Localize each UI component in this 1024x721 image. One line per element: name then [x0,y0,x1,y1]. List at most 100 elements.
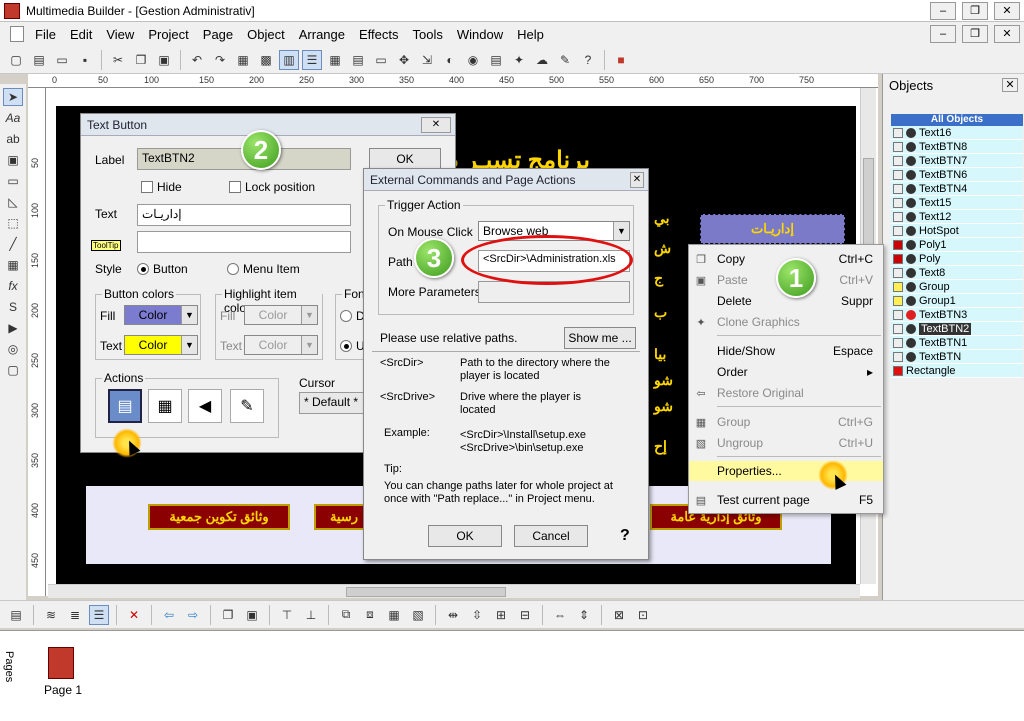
text-color-select[interactable]: Color ▼ [124,335,198,355]
object-row[interactable]: Group [891,280,1023,294]
close-button[interactable]: ✕ [994,2,1020,20]
delete-x-icon[interactable]: ✕ [124,605,144,625]
object-row[interactable]: TextBTN3 [891,308,1023,322]
object-row[interactable]: Text15 [891,196,1023,210]
menu-view[interactable]: View [99,27,141,42]
visibility-eye-icon[interactable] [906,351,916,362]
arrow-right-icon[interactable]: ⇨ [183,605,203,625]
object-row[interactable]: Text12 [891,210,1023,224]
object-row[interactable]: TextBTN4 [891,182,1023,196]
object-row[interactable]: HotSpot [891,224,1023,238]
objects-list-header[interactable]: All Objects [891,114,1023,126]
align-top-icon[interactable]: ⊤ [277,605,297,625]
dropdown-arrow-icon[interactable]: ▼ [301,336,317,354]
menu-item-restore-original[interactable]: ⇦ Restore Original [689,383,883,403]
cancel-button[interactable]: Cancel [514,525,588,547]
resize-icon[interactable]: ⇲ [417,50,437,70]
object-row[interactable]: Text16 [891,126,1023,140]
center-v-icon[interactable]: ⊟ [515,605,535,625]
rectangle-tool-icon[interactable]: ▭ [3,172,23,190]
visibility-eye-icon[interactable] [906,197,916,208]
object-row-selected[interactable]: TextBTN2 [891,322,1023,336]
hidden-x-icon[interactable] [906,309,916,320]
dialog-close-button[interactable]: ✕ [421,117,451,133]
object-row[interactable]: Rectangle [891,364,1023,378]
menu-effects[interactable]: Effects [352,27,406,42]
visibility-eye-icon[interactable] [906,281,916,292]
script-action-icon[interactable]: ✎ [230,389,264,423]
distribute-v-icon[interactable]: ⇳ [467,605,487,625]
menu-item-clone-graphics[interactable]: ✦ Clone Graphics [689,312,883,332]
tooltip-input[interactable] [137,231,351,253]
visibility-eye-icon[interactable] [906,239,916,250]
font-radio-u[interactable]: U [340,339,365,353]
object-row[interactable]: Poly [891,252,1023,266]
radio-indicator[interactable] [340,340,352,352]
center-h-icon[interactable]: ⊞ [491,605,511,625]
fill-color-select[interactable]: Color ▼ [124,305,198,325]
menu-project[interactable]: Project [141,27,195,42]
snap-icon[interactable]: ⊠ [609,605,629,625]
menu-item-order[interactable]: Order ▸ [689,362,883,382]
page-add-icon[interactable]: ▤ [6,605,26,625]
sound-tool-icon[interactable]: S [3,298,23,316]
wand-icon[interactable]: ✦ [509,50,529,70]
menu-page[interactable]: Page [196,27,240,42]
align-bottom-icon[interactable]: ⊥ [301,605,321,625]
bring-front-icon[interactable]: ⧉ [336,605,356,625]
plugin-tool-icon[interactable]: ◎ [3,340,23,358]
bitmap-button-tool-icon[interactable]: ▦ [3,256,23,274]
visibility-eye-icon[interactable] [906,337,916,348]
grid-icon[interactable]: ▦ [325,50,345,70]
text-input[interactable]: إداريـات [137,204,351,226]
menu-window[interactable]: Window [450,27,510,42]
distribute-h-icon[interactable]: ⇹ [443,605,463,625]
cut-icon[interactable]: ✂ [108,50,128,70]
move-icon[interactable]: ✥ [394,50,414,70]
resize-page-icon[interactable]: ▣ [242,605,262,625]
minimize-button[interactable]: – [930,2,956,20]
undo-icon[interactable]: ↶ [187,50,207,70]
copy-icon[interactable]: ❐ [131,50,151,70]
radio-indicator[interactable] [227,263,239,275]
open-folder-icon[interactable]: ▭ [52,50,72,70]
window-tool-icon[interactable]: ▢ [3,361,23,379]
new-file-icon[interactable]: ▢ [6,50,26,70]
visibility-eye-icon[interactable] [906,267,916,278]
object-row[interactable]: TextBTN6 [891,168,1023,182]
hide-checkbox[interactable]: Hide [141,180,182,194]
page-label[interactable]: Page 1 [44,683,82,697]
canvas-button[interactable]: وثائق تكوين جمعية [148,504,290,530]
object-row[interactable]: TextBTN7 [891,154,1023,168]
same-height-icon[interactable]: ⇕ [574,605,594,625]
object-row[interactable]: TextBTN8 [891,140,1023,154]
show-me-button[interactable]: Show me ... [564,327,636,349]
menu-item-ungroup[interactable]: ▧ Ungroup Ctrl+U [689,433,883,453]
paste-icon[interactable]: ▣ [154,50,174,70]
page-thumbnail[interactable] [48,647,74,679]
zoom-icon[interactable]: ◐ [440,50,460,70]
send-back-icon[interactable]: ⧈ [360,605,380,625]
visibility-eye-icon[interactable] [906,323,916,334]
script-tool-icon[interactable]: fx [3,277,23,295]
play-icon[interactable]: ◉ [463,50,483,70]
ok-button[interactable]: OK [369,148,441,170]
dropdown-arrow-icon[interactable]: ▼ [181,306,197,324]
compile-cube-icon[interactable]: ■ [611,50,631,70]
style-menu-item-radio[interactable]: Menu Item [227,262,300,276]
list-view-icon[interactable]: ☰ [302,49,322,70]
ok-button[interactable]: OK [428,525,502,547]
radio-indicator[interactable] [340,310,352,322]
mdi-restore-button[interactable]: ❐ [962,25,988,43]
objects-panel-close-button[interactable]: ✕ [1002,78,1018,92]
select-arrow-icon[interactable]: ➤ [3,88,23,106]
visibility-eye-icon[interactable] [906,183,916,194]
grid-snap-icon[interactable]: ⊡ [633,605,653,625]
pages-icon[interactable]: ▤ [486,50,506,70]
layer-active-icon[interactable]: ☰ [89,604,109,625]
speech-bubble-icon[interactable]: ☁ [532,50,552,70]
dialog-close-button[interactable]: ✕ [630,172,644,188]
help-button[interactable]: ? [620,527,630,545]
object-row[interactable]: TextBTN1 [891,336,1023,350]
backward-icon[interactable]: ▧ [408,605,428,625]
